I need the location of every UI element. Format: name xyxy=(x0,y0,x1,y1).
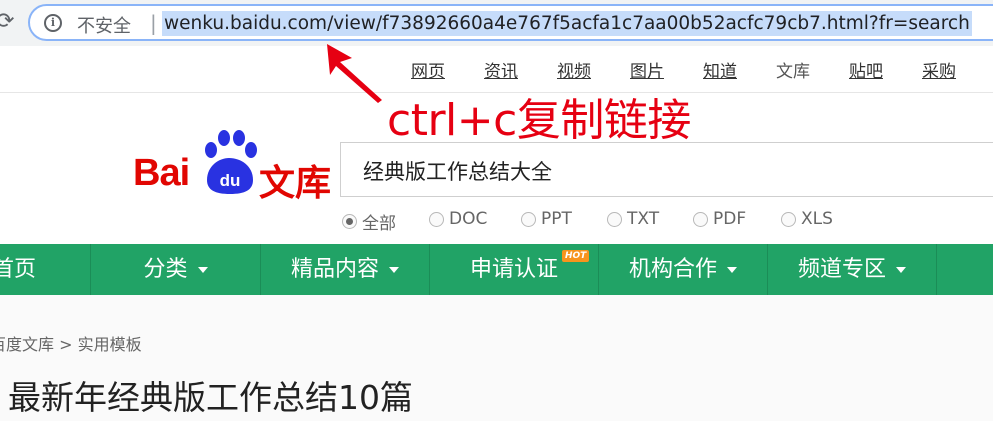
baidu-wenku-logo[interactable]: Bai du 文库 xyxy=(133,128,333,204)
page-root: { "browser": { "reload_icon": "reload-ic… xyxy=(0,0,993,421)
nav-link-purchase[interactable]: 采购 xyxy=(922,57,956,82)
chevron-down-icon xyxy=(389,267,399,273)
filter-doc[interactable]: DOC xyxy=(429,209,487,229)
radio-icon[interactable] xyxy=(693,211,708,227)
filter-label: PDF xyxy=(713,209,747,229)
product-nav: 网页 资讯 视频 图片 知道 文库 贴吧 采购 xyxy=(0,57,993,83)
chevron-down-icon xyxy=(727,267,737,273)
filter-pdf[interactable]: PDF xyxy=(693,209,746,229)
main-nav-premium[interactable]: 精品内容 xyxy=(261,244,429,295)
main-nav-partners[interactable]: 机构合作 xyxy=(599,244,767,295)
logo-text-bai: Bai xyxy=(133,152,190,194)
nav-link-video[interactable]: 视频 xyxy=(557,57,591,82)
search-query[interactable]: 经典版工作总结大全 xyxy=(363,156,552,186)
main-nav-home[interactable]: 首页 xyxy=(0,244,90,295)
radio-icon[interactable] xyxy=(342,214,357,229)
filter-xls[interactable]: XLS xyxy=(781,209,833,229)
radio-icon[interactable] xyxy=(607,211,622,227)
main-nav-label: 频道专区 xyxy=(797,257,886,282)
nav-link-web[interactable]: 网页 xyxy=(411,57,445,82)
radio-icon[interactable] xyxy=(521,211,536,227)
security-label[interactable]: 不安全 xyxy=(77,12,131,38)
main-nav-label: 精品内容 xyxy=(290,257,379,282)
radio-icon[interactable] xyxy=(429,211,444,227)
filter-label: 全部 xyxy=(362,214,396,234)
url-text[interactable]: wenku.baidu.com/view/f73892660a4e767f5ac… xyxy=(162,11,972,36)
filter-label: DOC xyxy=(449,209,488,229)
doc-title: 最新年经典版工作总结10篇 xyxy=(8,378,413,417)
reload-icon[interactable]: ⟳ xyxy=(0,9,14,34)
nav-link-news[interactable]: 资讯 xyxy=(484,57,518,82)
nav-link-wenku-current: 文库 xyxy=(776,62,810,82)
hot-badge: HOT xyxy=(562,250,590,262)
main-nav-label: 首页 xyxy=(0,257,36,282)
paw-icon: du xyxy=(205,130,257,194)
filetype-filter: 全部 DOC PPT TXT PDF XLS xyxy=(0,209,993,234)
filter-ppt[interactable]: PPT xyxy=(521,209,572,229)
chevron-down-icon xyxy=(896,267,906,273)
main-nav-certification[interactable]: 申请认证 HOT xyxy=(430,244,598,295)
annotation-text: ctrl+c复制链接 xyxy=(387,95,691,146)
logo-text-du: du xyxy=(220,171,241,190)
filter-label: TXT xyxy=(627,209,660,229)
filter-txt[interactable]: TXT xyxy=(607,209,659,229)
logo-text-wenku: 文库 xyxy=(259,163,332,204)
browser-toolbar: ⟳ i 不安全 | wenku.baidu.com/view/f73892660… xyxy=(0,0,993,46)
chevron-down-icon xyxy=(197,267,208,273)
address-bar[interactable]: i 不安全 | wenku.baidu.com/view/f73892660a4… xyxy=(28,4,993,41)
main-nav-label: 分类 xyxy=(143,257,188,282)
main-nav-label: 机构合作 xyxy=(628,257,717,282)
radio-icon[interactable] xyxy=(781,211,796,227)
filter-label: PPT xyxy=(541,209,572,229)
breadcrumb-separator: > xyxy=(59,335,73,354)
breadcrumb: 百度文库 > 实用模板 xyxy=(0,331,142,355)
main-nav-label: 申请认证 xyxy=(469,257,558,282)
nav-link-tieba[interactable]: 贴吧 xyxy=(849,57,883,82)
breadcrumb-item[interactable]: 实用模板 xyxy=(78,335,142,354)
nav-divider xyxy=(936,244,937,295)
main-nav-channels[interactable]: 频道专区 xyxy=(768,244,936,295)
doc-content: 百度文库 > 实用模板 最新年经典版工作总结10篇 xyxy=(0,295,993,421)
nav-link-zhidao[interactable]: 知道 xyxy=(703,57,737,82)
address-separator: | xyxy=(150,11,157,35)
main-nav: 首页 分类 精品内容 申请认证 HOT 机构合作 频道专区 xyxy=(0,244,993,295)
info-icon[interactable]: i xyxy=(44,14,62,32)
filter-all[interactable]: 全部 xyxy=(342,209,396,234)
search-input[interactable]: 经典版工作总结大全 xyxy=(340,142,993,197)
nav-link-images[interactable]: 图片 xyxy=(630,57,664,82)
breadcrumb-item[interactable]: 百度文库 xyxy=(0,335,54,354)
main-nav-category[interactable]: 分类 xyxy=(91,244,260,295)
filter-label: XLS xyxy=(801,209,833,229)
